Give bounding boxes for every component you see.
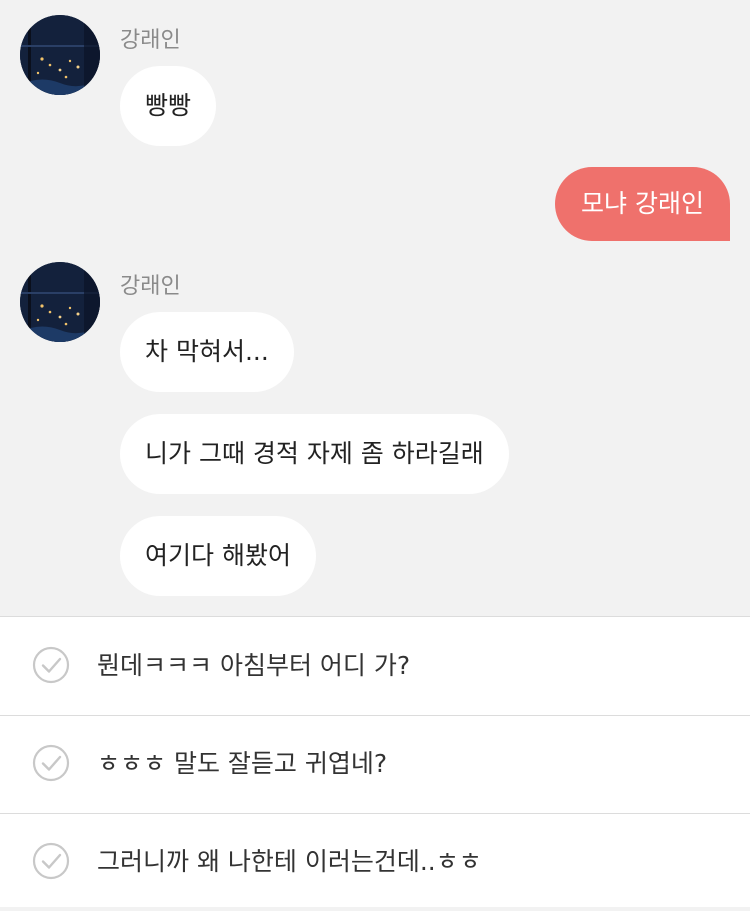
avatar[interactable]: [20, 15, 100, 95]
avatar[interactable]: [20, 262, 100, 342]
message-bubble: 니가 그때 경적 자제 좀 하라길래: [120, 414, 509, 494]
message-bubble: 여기다 해봤어: [120, 516, 316, 596]
reply-choice[interactable]: 뭔데ㅋㅋㅋ 아침부터 어디 가?: [0, 617, 750, 716]
reply-choice[interactable]: ㅎㅎㅎ 말도 잘듣고 귀엽네?: [0, 715, 750, 814]
outgoing-message-bubble: 모냐 강래인: [555, 167, 730, 241]
reply-choices: 뭔데ㅋㅋㅋ 아침부터 어디 가? ㅎㅎㅎ 말도 잘듣고 귀엽네? 그러니까 왜 …: [0, 616, 750, 907]
sender-name: 강래인: [120, 28, 181, 53]
check-circle-icon: [32, 646, 70, 684]
reply-choice-label: 뭔데ㅋㅋㅋ 아침부터 어디 가?: [97, 651, 411, 680]
chat-area: 강래인 빵빵 모냐 강래인 강래인 차 막혀서... 니가 그때 경적 자제 좀…: [0, 0, 750, 616]
sender-name: 강래인: [120, 274, 181, 299]
night-window-photo-icon: [20, 15, 100, 95]
check-circle-icon: [32, 842, 70, 880]
message-bubble: 차 막혀서...: [120, 312, 294, 392]
reply-choice-label: 그러니까 왜 나한테 이러는건데..ㅎㅎ: [97, 847, 482, 876]
check-circle-icon: [32, 744, 70, 782]
message-bubble: 빵빵: [120, 66, 217, 146]
reply-choice-label: ㅎㅎㅎ 말도 잘듣고 귀엽네?: [97, 749, 388, 778]
night-window-photo-icon: [20, 262, 100, 342]
reply-choice[interactable]: 그러니까 왜 나한테 이러는건데..ㅎㅎ: [0, 813, 750, 911]
